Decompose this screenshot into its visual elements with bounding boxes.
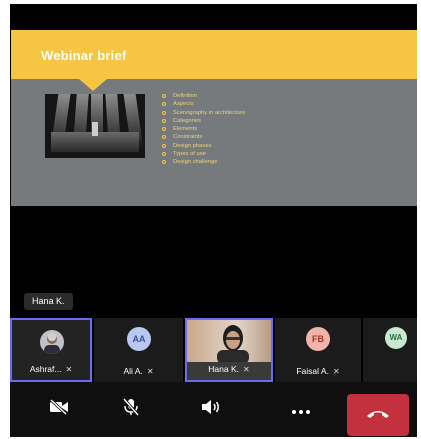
hang-up-icon	[366, 406, 390, 424]
mic-muted-icon: ✕	[146, 367, 154, 376]
speaker-icon	[201, 399, 221, 420]
slide-bullet: Design challenge	[162, 158, 245, 166]
meeting-window: Webinar brief Definition Aspects Scenogr…	[10, 4, 417, 437]
bullet-circle-icon	[162, 160, 166, 165]
participant-avatar: AA	[127, 327, 151, 351]
participant-tile-hana[interactable]: Hana K. ✕	[185, 318, 273, 382]
participant-name: Hana K.	[208, 364, 239, 374]
bullet-circle-icon	[162, 110, 166, 115]
participant-tile-faisal[interactable]: FB Faisal A. ✕	[275, 318, 361, 382]
participant-tile-ashraf[interactable]: Ashraf... ✕	[10, 318, 92, 382]
participant-avatar: FB	[306, 327, 330, 351]
bullet-circle-icon	[162, 143, 166, 148]
bullet-circle-icon	[162, 118, 166, 123]
participant-avatar	[40, 330, 64, 354]
mic-off-icon	[122, 398, 140, 421]
speaker-button[interactable]	[176, 382, 246, 437]
participant-tile-ali[interactable]: AA Ali A. ✕	[94, 318, 183, 382]
slide-bullet: Definition	[162, 92, 245, 100]
slide-bullet: Design phases	[162, 142, 245, 150]
participant-video	[187, 320, 271, 362]
slide-bullet-list: Definition Aspects Scenography in archit…	[162, 92, 245, 167]
camera-toggle-button[interactable]	[24, 382, 94, 437]
stage-photo	[45, 94, 145, 158]
mic-muted-icon: ✕	[65, 365, 73, 374]
participant-name: Faisal A.	[296, 366, 329, 376]
slide-bullet: Categories	[162, 117, 245, 125]
participant-tile-wa[interactable]: WA	[363, 318, 417, 382]
call-controls	[10, 382, 417, 437]
slide-bullet: Aspects	[162, 100, 245, 108]
hang-up-button[interactable]	[347, 394, 409, 436]
slide-header: Webinar brief	[11, 30, 417, 79]
bullet-circle-icon	[162, 94, 166, 98]
mic-muted-icon: ✕	[332, 367, 340, 376]
slide-bullet: Scenography in architecture	[162, 109, 245, 117]
bullet-circle-icon	[162, 102, 166, 107]
slide-header-notch	[79, 79, 107, 91]
slide-bullet: Types of use	[162, 150, 245, 158]
presenter-name-tag: Hana K.	[24, 293, 73, 310]
camera-off-icon	[49, 398, 69, 420]
bullet-circle-icon	[162, 127, 166, 132]
participant-strip[interactable]: Ashraf... ✕ AA Ali A. ✕ Hana K. ✕ FB Faisal…	[10, 318, 417, 382]
bullet-circle-icon	[162, 135, 166, 140]
slide-bullet: Constraints	[162, 133, 245, 141]
mic-muted-icon: ✕	[243, 365, 250, 374]
more-options-button[interactable]	[266, 382, 336, 437]
participant-name: Ali A.	[123, 366, 143, 376]
participant-avatar: WA	[385, 327, 407, 349]
bullet-circle-icon	[162, 152, 166, 157]
shared-slide: Webinar brief Definition Aspects Scenogr…	[11, 30, 417, 206]
slide-bullet: Elements	[162, 125, 245, 133]
more-icon	[292, 401, 310, 419]
participant-name: Ashraf...	[29, 364, 62, 374]
mic-toggle-button[interactable]	[96, 382, 166, 437]
slide-title: Webinar brief	[41, 48, 127, 63]
